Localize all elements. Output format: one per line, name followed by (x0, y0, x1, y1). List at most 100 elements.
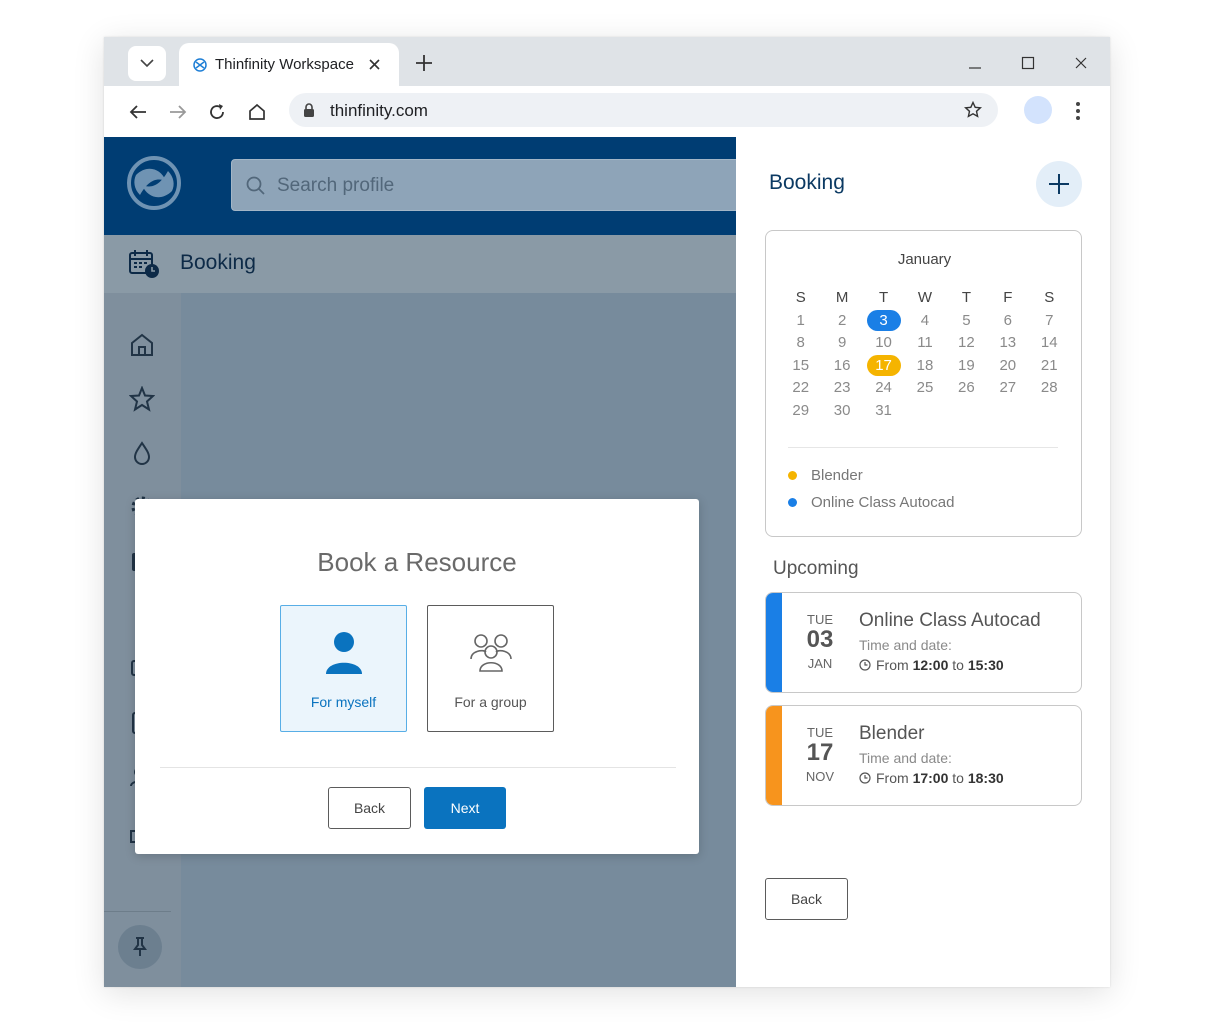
thinfinity-logo-icon (127, 156, 181, 210)
calendar-day[interactable]: 20 (987, 355, 1028, 378)
calendar-week-row: 15 16 17 18 19 20 21 (780, 354, 1070, 378)
thinfinity-favicon-icon (193, 57, 209, 73)
home-icon (249, 103, 265, 120)
calendar-day[interactable]: 19 (946, 355, 987, 378)
plus-icon (1049, 174, 1069, 194)
clock-icon (859, 772, 871, 784)
event-weekday: TUE (807, 725, 833, 740)
calendar-day-highlighted[interactable]: 17 (863, 354, 904, 378)
star-bookmark-icon[interactable] (964, 101, 982, 119)
calendar-day[interactable]: 5 (946, 310, 987, 333)
dialog-next-button[interactable]: Next (424, 787, 506, 829)
calendar-day-label: 3 (866, 309, 901, 331)
calendar-day[interactable]: 1 (780, 310, 821, 333)
calendar-day[interactable]: 27 (987, 377, 1028, 400)
calendar-week-row: 29 30 31 (780, 400, 1070, 423)
calendar-day[interactable]: 24 (863, 377, 904, 400)
calendar-day[interactable]: 15 (780, 355, 821, 378)
calendar-day[interactable]: 8 (780, 332, 821, 355)
tab-strip: Thinfinity Workspace (104, 37, 1110, 86)
event-subtitle: Time and date: (859, 637, 952, 653)
option-for-group-label: For a group (454, 694, 527, 710)
browser-tab[interactable]: Thinfinity Workspace (179, 43, 399, 86)
drop-icon[interactable] (128, 439, 156, 467)
browser-menu-button[interactable] (1072, 99, 1084, 123)
search-icon (246, 176, 265, 195)
calendar-day[interactable]: 26 (946, 377, 987, 400)
calendar-day[interactable]: 25 (904, 377, 945, 400)
event-color-bar (766, 706, 782, 805)
minimize-icon (969, 67, 981, 69)
tab-search-button[interactable] (128, 46, 166, 81)
calendar-day[interactable]: 22 (780, 377, 821, 400)
address-bar[interactable]: thinfinity.com (289, 93, 998, 127)
forward-nav-button[interactable] (165, 99, 191, 125)
event-from-word: From (876, 657, 909, 673)
profile-avatar[interactable] (1024, 96, 1052, 124)
calendar-weekday: F (1003, 289, 1013, 306)
calendar-day[interactable]: 2 (821, 310, 862, 333)
calendar-weekday: M (835, 289, 849, 306)
arrow-right-icon (170, 105, 187, 119)
calendar-day[interactable]: 30 (821, 400, 862, 423)
lock-icon (304, 103, 314, 117)
calendar-day[interactable]: 7 (1029, 310, 1070, 333)
back-nav-button[interactable] (125, 99, 151, 125)
pin-button[interactable] (118, 925, 162, 969)
booking-panel: Booking January S M T W T F S 1 2 3 4 5 6 7 8 9 10 11 12 13… (736, 137, 1110, 987)
person-icon (321, 630, 367, 676)
clock-icon (859, 659, 871, 671)
calendar-empty-cell (1029, 400, 1070, 423)
search-input[interactable]: Search profile (231, 159, 736, 211)
calendar-day[interactable]: 10 (863, 332, 904, 355)
calendar-day[interactable]: 14 (1029, 332, 1070, 355)
event-card[interactable]: TUE 17 NOV Blender Time and date: From 1… (765, 705, 1082, 806)
calendar-day-label: 17 (866, 354, 901, 376)
calendar-day[interactable]: 6 (987, 310, 1028, 333)
section-header: Booking (104, 235, 736, 293)
calendar-day[interactable]: 12 (946, 332, 987, 355)
dialog-back-button[interactable]: Back (328, 787, 411, 829)
calendar-month: January (897, 251, 952, 268)
option-for-myself[interactable]: For myself (280, 605, 407, 732)
legend-item: Online Class Autocad (788, 494, 954, 511)
option-for-group[interactable]: For a group (427, 605, 554, 732)
event-color-bar (766, 593, 782, 692)
close-window-button[interactable] (1069, 51, 1093, 75)
section-title: Booking (180, 251, 256, 274)
event-month: JAN (807, 656, 833, 671)
close-icon[interactable] (365, 55, 383, 73)
maximize-button[interactable] (1016, 51, 1040, 75)
calendar-day[interactable]: 13 (987, 332, 1028, 355)
new-tab-button[interactable] (412, 51, 436, 75)
calendar-day[interactable]: 9 (821, 332, 862, 355)
legend-label: Online Class Autocad (811, 494, 955, 511)
calendar-day[interactable]: 28 (1029, 377, 1070, 400)
calendar-day[interactable]: 18 (904, 355, 945, 378)
calendar-empty-cell (987, 400, 1028, 423)
legend-dot-icon (788, 471, 797, 480)
close-window-icon (1075, 57, 1087, 69)
calendar-day[interactable]: 29 (780, 400, 821, 423)
calendar-day-highlighted[interactable]: 3 (863, 309, 904, 333)
minimize-button[interactable] (963, 51, 987, 75)
event-card[interactable]: TUE 03 JAN Online Class Autocad Time and… (765, 592, 1082, 693)
reload-button[interactable] (204, 99, 230, 125)
event-subtitle: Time and date: (859, 750, 952, 766)
home-nav-button[interactable] (244, 99, 270, 125)
calendar-day[interactable]: 23 (821, 377, 862, 400)
calendar-day[interactable]: 31 (863, 400, 904, 423)
tab-title: Thinfinity Workspace (215, 56, 354, 73)
calendar-day[interactable]: 4 (904, 310, 945, 333)
calendar-weekday: W (917, 289, 933, 306)
panel-back-button[interactable]: Back (765, 878, 848, 920)
calendar-day[interactable]: 16 (821, 355, 862, 378)
star-icon[interactable] (128, 385, 156, 413)
calendar-weekday: T (961, 289, 971, 306)
event-day: 03 (806, 626, 834, 653)
home-icon[interactable] (128, 331, 156, 359)
calendar-day[interactable]: 21 (1029, 355, 1070, 378)
calendar-day[interactable]: 11 (904, 332, 945, 355)
chevron-down-icon (140, 59, 154, 68)
add-booking-button[interactable] (1036, 161, 1082, 207)
